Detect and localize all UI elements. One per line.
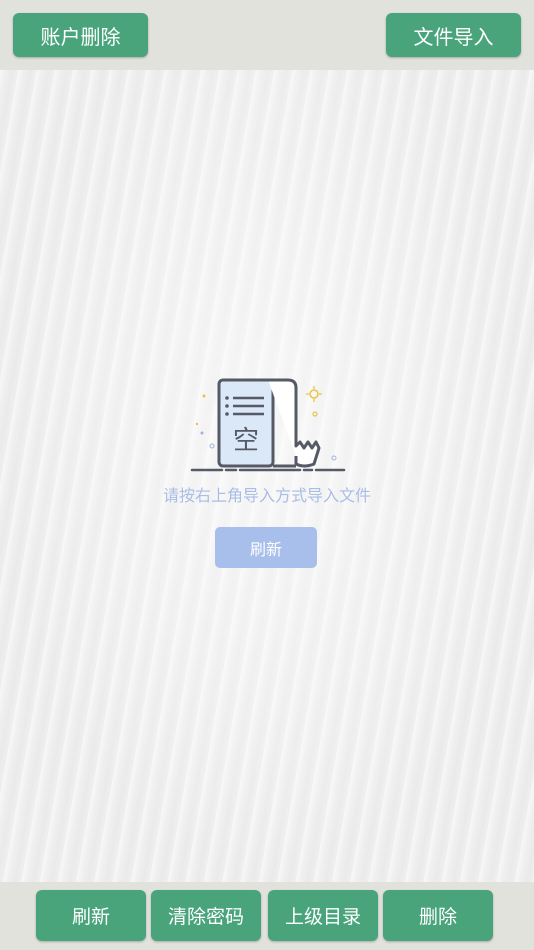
- empty-document-icon: 空: [190, 378, 346, 472]
- parent-directory-button[interactable]: 上级目录: [268, 890, 378, 941]
- empty-glyph: 空: [233, 426, 259, 456]
- file-list-area[interactable]: 空 请按右上角导入方式导入文件 刷新: [0, 70, 534, 882]
- empty-message: 请按右上角导入方式导入文件: [162, 486, 371, 505]
- footer-refresh-button[interactable]: 刷新: [36, 890, 146, 941]
- refresh-button[interactable]: 刷新: [215, 527, 317, 568]
- clear-password-button[interactable]: 清除密码: [151, 890, 261, 941]
- delete-button[interactable]: 删除: [383, 890, 493, 941]
- account-delete-button[interactable]: 账户删除: [13, 13, 148, 57]
- app-screen: 账户删除 文件导入 空 请按右上角导入方式导入文件 刷新 刷新 清除密码 上级目…: [0, 0, 534, 950]
- top-toolbar: 账户删除 文件导入: [0, 0, 534, 70]
- file-import-button[interactable]: 文件导入: [386, 13, 521, 57]
